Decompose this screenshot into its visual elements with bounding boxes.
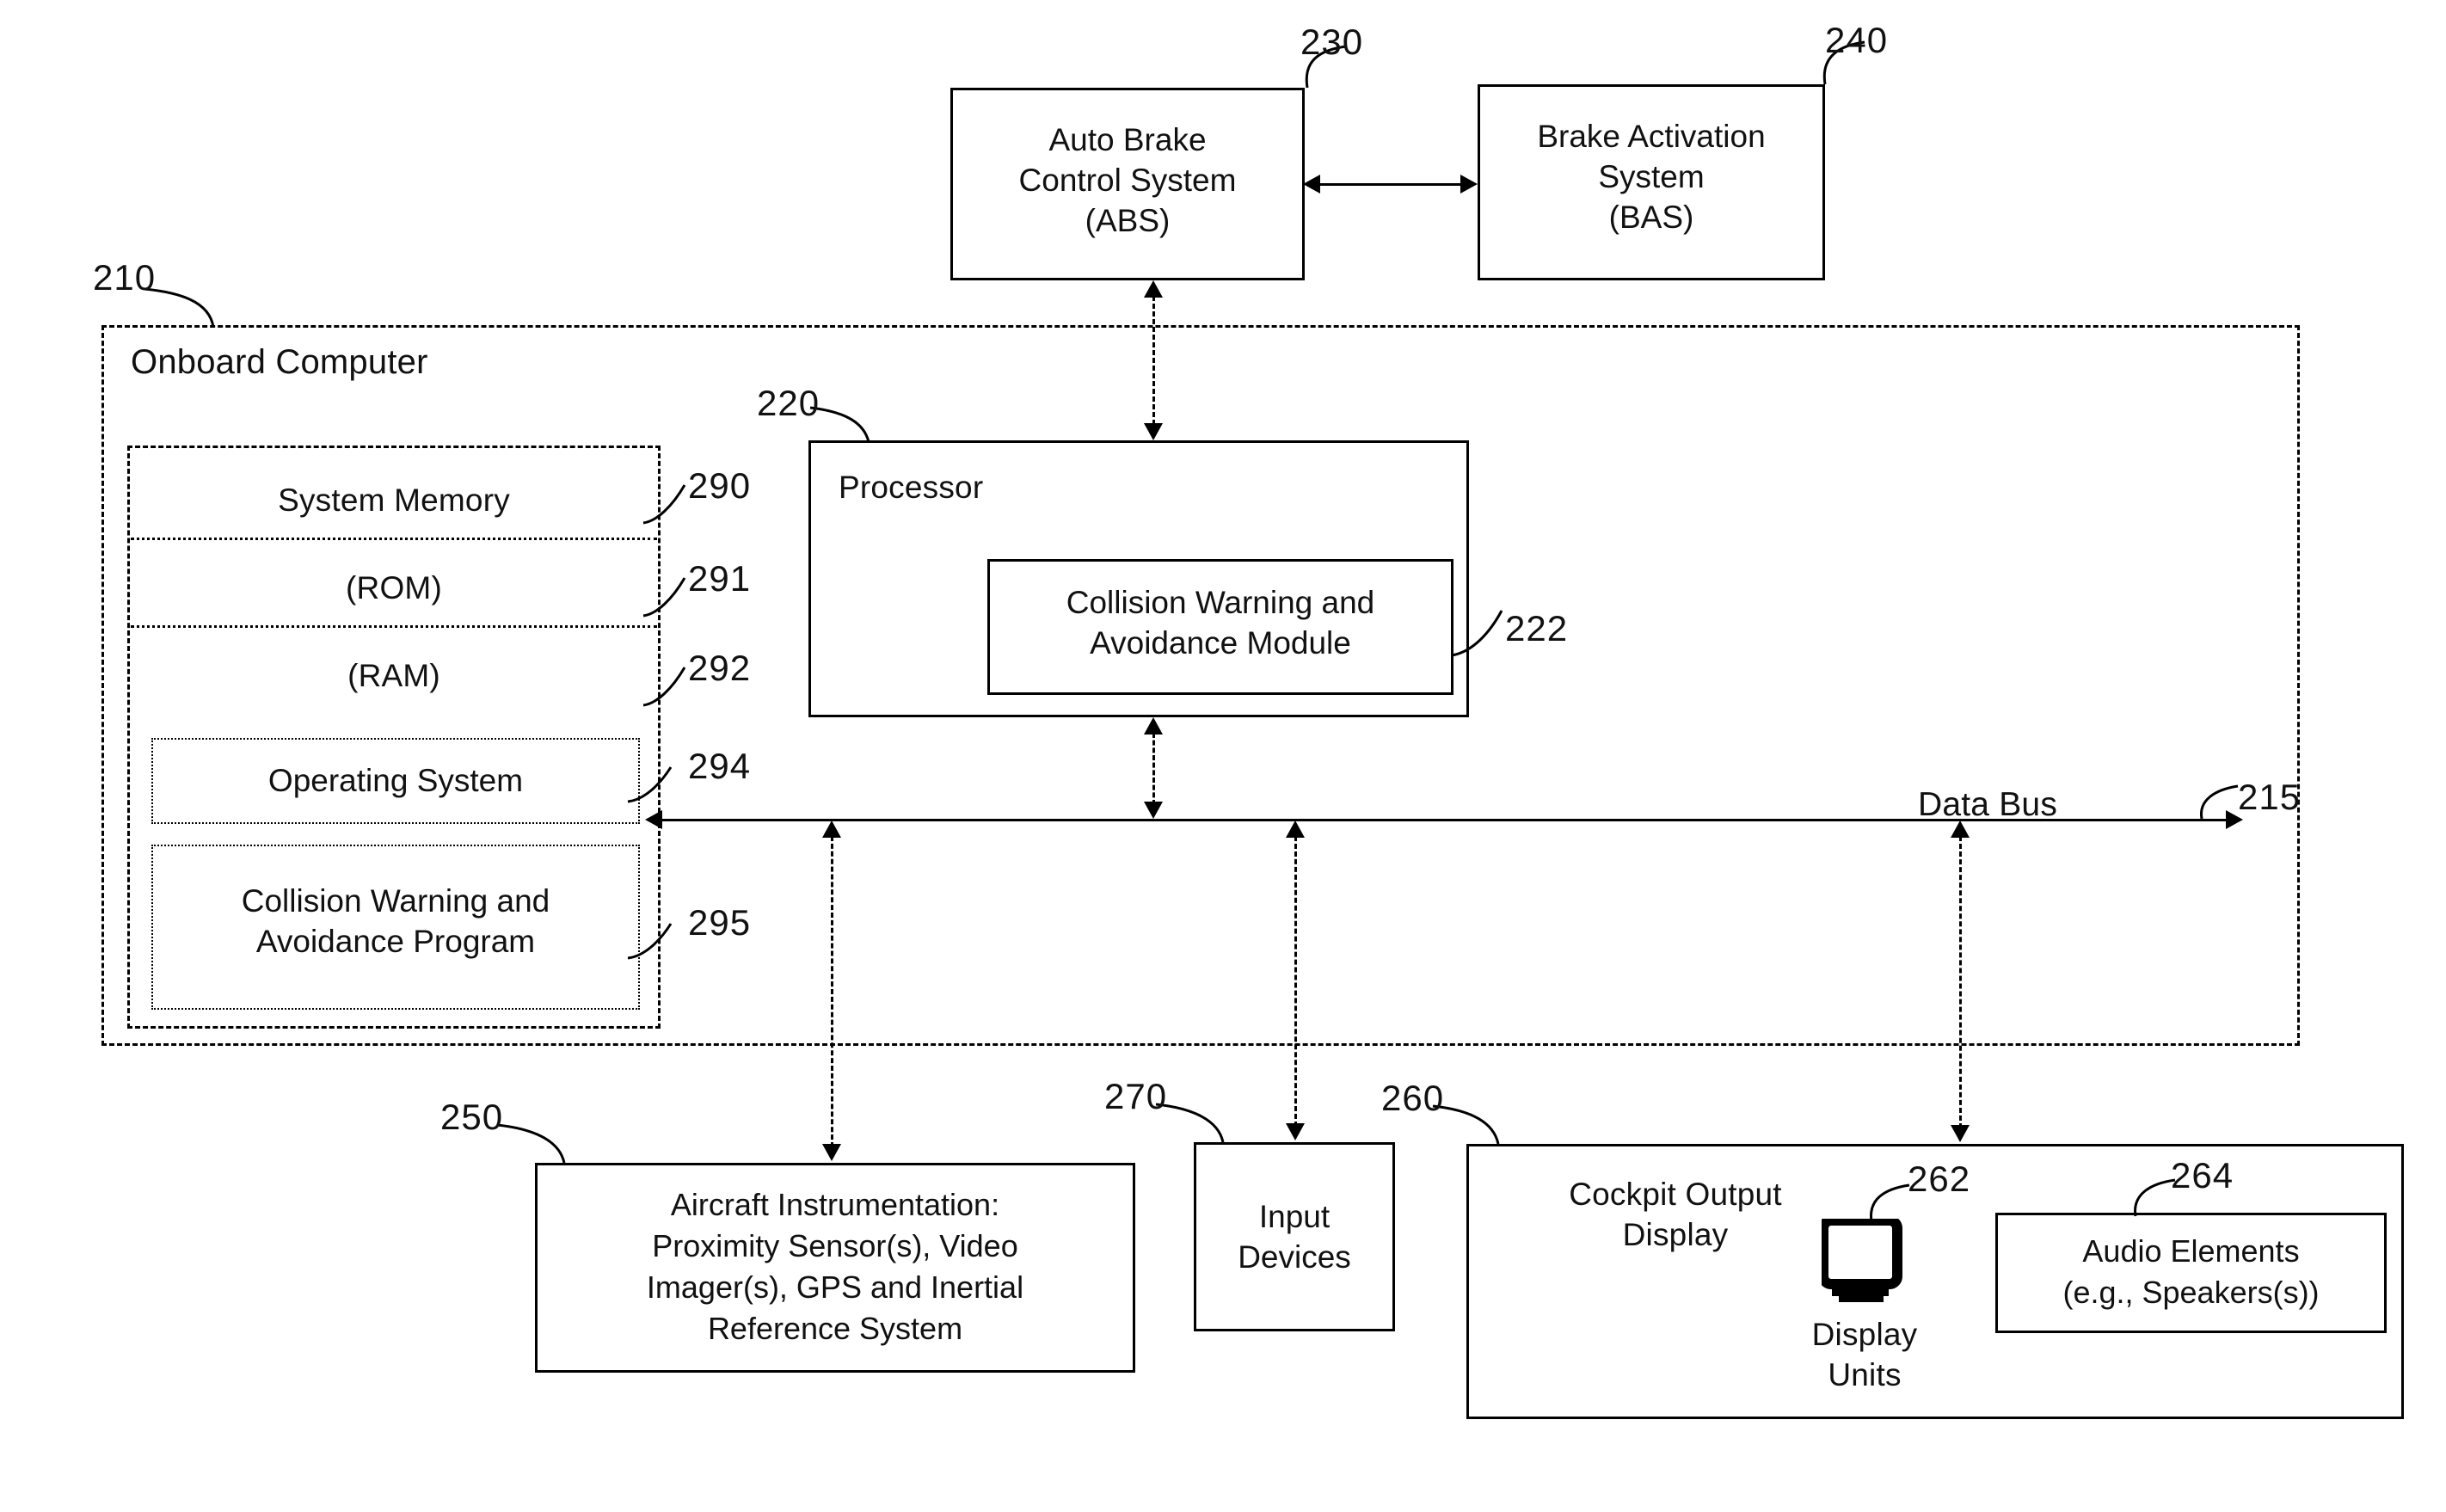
abs-bas-arrowhead-left <box>1303 175 1320 194</box>
data-bus-arrowhead-left <box>645 810 662 829</box>
processor-abs-arrowhead-up <box>1144 280 1163 298</box>
databus-input-devices-connector <box>1294 836 1297 1127</box>
auto-brake-control-system-label: Auto Brake Control System (ABS) <box>1018 122 1237 238</box>
databus-instrumentation-connector <box>831 836 833 1147</box>
cwa-module-box: Collision Warning and Avoidance Module <box>987 559 1453 695</box>
auto-brake-control-system-box: Auto Brake Control System (ABS) <box>950 88 1305 280</box>
processor-label: Processor <box>839 470 984 505</box>
aircraft-instrumentation-box: Aircraft Instrumentation: Proximity Sens… <box>535 1163 1135 1373</box>
data-bus-label: Data Bus <box>1918 786 2058 823</box>
input-devices-arrowhead-up <box>1286 821 1305 838</box>
input-devices-arrowhead-down <box>1286 1123 1305 1140</box>
ref-240: 240 <box>1825 20 1889 60</box>
processor-databus-arrowhead-down <box>1144 802 1163 819</box>
cockpit-display-arrowhead-down <box>1951 1125 1970 1142</box>
ref-292: 292 <box>688 648 752 688</box>
ref-294: 294 <box>688 746 752 786</box>
rom-label: (ROM) <box>346 570 442 605</box>
ref-262: 262 <box>1908 1159 1971 1199</box>
abs-bas-connector <box>1320 183 1461 186</box>
processor-databus-connector <box>1152 733 1155 805</box>
ref-291: 291 <box>688 558 752 599</box>
audio-elements-label: Audio Elements (e.g., Speakers(s)) <box>2062 1233 2320 1310</box>
ref-250: 250 <box>440 1097 504 1137</box>
aircraft-instrumentation-label: Aircraft Instrumentation: Proximity Sens… <box>646 1187 1024 1346</box>
system-memory-label: System Memory <box>278 482 510 518</box>
ref-215: 215 <box>2238 777 2302 817</box>
ref-295: 295 <box>688 902 752 943</box>
display-units-label: Display Units <box>1811 1317 1918 1392</box>
figure-canvas: Auto Brake Control System (ABS) 230 Brak… <box>0 0 2446 1512</box>
ref-260: 260 <box>1381 1078 1445 1118</box>
instrumentation-arrowhead-down <box>822 1144 841 1161</box>
cockpit-display-arrowhead-up <box>1951 821 1970 838</box>
input-devices-label: Input Devices <box>1238 1199 1351 1275</box>
abs-bas-arrowhead-right <box>1460 175 1478 194</box>
instrumentation-arrowhead-up <box>822 821 841 838</box>
onboard-computer-label: Onboard Computer <box>131 343 428 381</box>
cwa-program-box: Collision Warning and Avoidance Program <box>151 845 640 1010</box>
databus-cockpit-display-connector <box>1959 836 1962 1128</box>
operating-system-box: Operating System <box>151 738 640 824</box>
system-memory-rom-divider <box>131 538 657 540</box>
ref-290: 290 <box>688 465 752 506</box>
operating-system-label: Operating System <box>267 763 524 798</box>
ref-264: 264 <box>2171 1155 2234 1195</box>
rom-ram-divider <box>131 625 657 628</box>
brake-activation-system-label: Brake Activation System (BAS) <box>1537 119 1766 235</box>
audio-elements-box: Audio Elements (e.g., Speakers(s)) <box>1995 1213 2387 1333</box>
cwa-program-label: Collision Warning and Avoidance Program <box>241 883 550 959</box>
input-devices-box: Input Devices <box>1194 1142 1395 1331</box>
brake-activation-system-box: Brake Activation System (BAS) <box>1478 84 1825 280</box>
ref-230: 230 <box>1300 22 1364 62</box>
ref-210: 210 <box>93 257 157 298</box>
cwa-module-label: Collision Warning and Avoidance Module <box>1066 585 1375 661</box>
ref-270: 270 <box>1104 1076 1168 1116</box>
ram-label: (RAM) <box>347 658 440 693</box>
ref-222: 222 <box>1505 608 1569 648</box>
ref-220: 220 <box>757 383 820 423</box>
crt-monitor-icon <box>1818 1215 1906 1313</box>
cockpit-output-display-label: Cockpit Output Display <box>1569 1177 1782 1252</box>
processor-databus-arrowhead-up <box>1144 717 1163 734</box>
